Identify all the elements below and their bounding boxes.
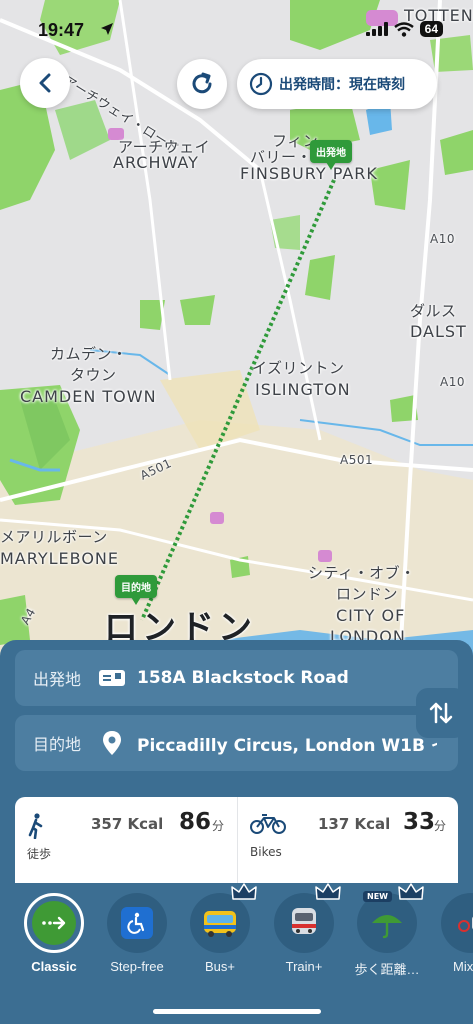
map-label-city-jp2: ロンドン <box>336 585 399 603</box>
map-label-city-jp1: シティ・オブ・ <box>308 564 416 582</box>
map-label-camden-jp2: タウン <box>70 366 117 384</box>
map-label-dalston-jp: ダルス <box>410 302 457 320</box>
map-label-archway-en: ARCHWAY <box>113 153 199 172</box>
origin-value: 158A Blackstock Road <box>137 668 349 688</box>
origin-label: 出発地 <box>33 670 82 689</box>
map-label-a501-1: A501 <box>340 453 374 467</box>
map-label-dalston-en: DALST <box>410 322 467 341</box>
walk-kcal: 357 Kcal <box>91 815 164 833</box>
premium-crown-icon <box>398 883 424 900</box>
origin-field[interactable]: 出発地 158A Blackstock Road <box>15 650 458 706</box>
tab-classic-label: Classic <box>31 959 77 974</box>
premium-crown-icon <box>231 883 257 900</box>
bus-icon <box>204 911 236 937</box>
wheelchair-icon <box>127 912 145 934</box>
route-arrow-icon <box>42 916 66 930</box>
destination-value: Piccadilly Circus, London W1B イ… <box>137 735 437 756</box>
departure-time-label: 出発時間：現在時刻 <box>279 77 405 93</box>
map-label-city-en1: CITY OF <box>336 606 406 625</box>
location-arrow-icon <box>101 23 113 35</box>
new-badge: NEW <box>363 891 392 902</box>
bike-minutes-unit: 分 <box>434 819 447 833</box>
swap-button[interactable] <box>416 688 466 738</box>
wifi-icon <box>393 21 414 37</box>
battery-indicator: 64 <box>419 21 443 37</box>
premium-crown-icon <box>315 883 341 900</box>
location-pin-icon <box>99 730 125 756</box>
bike-minutes: 33 <box>403 809 436 835</box>
mix-icon <box>458 916 473 932</box>
map-label-marylebone-en: MARYLEBONE <box>0 549 120 568</box>
destination-pin[interactable]: 目的地 <box>115 575 157 605</box>
tab-bar: Classic Step-free Bus+ Train+ NEW 歩く距離… … <box>0 883 473 1024</box>
bicycle-icon <box>250 814 286 834</box>
destination-field[interactable]: 目的地 Piccadilly Circus, London W1B イ… <box>15 715 458 771</box>
train-icon <box>292 908 316 934</box>
tab-mix-label: Mix <box>453 959 473 974</box>
tab-walk-distance[interactable]: NEW 歩く距離… <box>343 883 431 978</box>
bike-kcal: 137 Kcal <box>318 815 391 833</box>
map-label-islington-en: ISLINGTON <box>255 380 351 399</box>
map-label-a10-2: A10 <box>440 375 465 389</box>
tab-bus-plus-label: Bus+ <box>205 959 235 974</box>
chevron-left-icon <box>39 73 51 93</box>
home-indicator <box>153 1009 321 1014</box>
map-label-finsbury-en: FINSBURY PARK <box>240 164 378 183</box>
tab-walk-distance-label: 歩く距離… <box>354 962 420 977</box>
departure-time-button[interactable]: 出発時間：現在時刻 <box>237 59 437 109</box>
status-time: 19:47 <box>38 20 85 40</box>
tab-train-plus[interactable]: Train+ <box>260 883 348 974</box>
tab-train-plus-label: Train+ <box>285 959 323 974</box>
umbrella-icon <box>372 915 402 939</box>
walking-person-icon <box>28 813 43 839</box>
map-label-camden-en: CAMDEN TOWN <box>20 387 157 406</box>
clock-icon <box>249 72 273 96</box>
walk-result[interactable]: 357 Kcal 86 分 徒歩 <box>15 797 236 897</box>
tab-mix[interactable]: Mix <box>427 893 473 974</box>
refresh-button[interactable] <box>177 59 227 109</box>
refresh-icon <box>192 72 212 94</box>
tab-step-free[interactable]: Step-free <box>93 893 181 974</box>
walk-label: 徒歩 <box>27 847 52 861</box>
destination-label: 目的地 <box>33 735 82 754</box>
back-button[interactable] <box>20 58 70 108</box>
map-label-marylebone-jp: メアリルボーン <box>0 528 108 546</box>
origin-pin[interactable]: 出発地 <box>310 140 352 170</box>
walk-minutes: 86 <box>179 809 212 835</box>
tab-bus-plus[interactable]: Bus+ <box>176 883 264 974</box>
bike-label: Bikes <box>250 845 282 859</box>
status-icons: 64 <box>365 21 443 37</box>
tab-step-free-label: Step-free <box>110 959 164 974</box>
map-label-a10-1: A10 <box>430 232 455 246</box>
walk-minutes-unit: 分 <box>212 819 225 833</box>
swap-icon <box>429 702 453 724</box>
home-address-icon <box>99 669 125 687</box>
map-label-camden-jp1: カムデン・ <box>50 345 128 363</box>
tab-classic[interactable]: Classic <box>10 893 98 974</box>
signal-icon <box>365 22 388 36</box>
map-label-islington-jp: イズリントン <box>252 359 345 377</box>
